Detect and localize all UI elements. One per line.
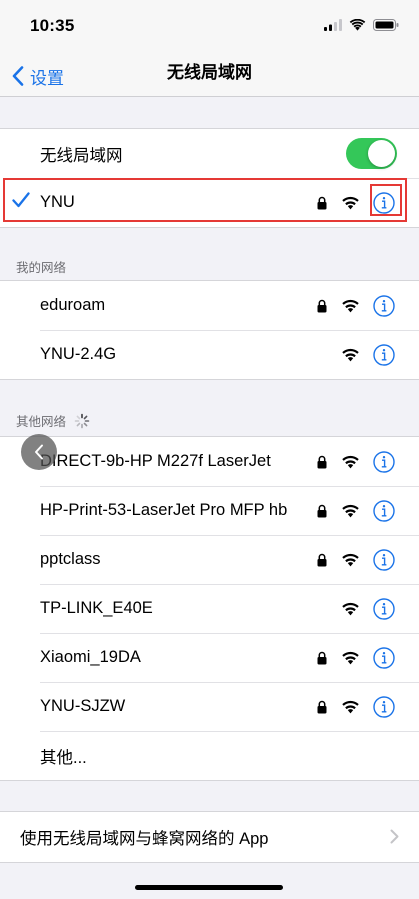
info-button[interactable]: [373, 343, 395, 366]
loading-spinner-icon: [74, 413, 90, 428]
info-button[interactable]: [373, 499, 395, 522]
info-icon: [373, 450, 395, 473]
navigation-bar: 设置 无线局域网: [0, 56, 419, 97]
section-header-label: 其他网络: [16, 415, 67, 429]
other-networks-group: DIRECT-9b-HP M227f LaserJet HP-Print-53-…: [0, 436, 419, 781]
network-row[interactable]: TP-LINK_E40E: [0, 584, 419, 633]
network-row[interactable]: Xiaomi_19DA: [0, 633, 419, 682]
home-indicator[interactable]: [135, 885, 283, 890]
status-time: 10:35: [30, 16, 75, 35]
lock-icon: [317, 553, 327, 566]
floating-back-button[interactable]: [21, 434, 57, 470]
network-name: YNU-2.4G: [40, 345, 117, 363]
lock-icon: [317, 299, 327, 312]
network-name: YNU: [40, 193, 75, 211]
info-button[interactable]: [373, 597, 395, 620]
info-button[interactable]: [373, 450, 395, 473]
status-icons: [324, 19, 399, 31]
cellular-signal-icon: [324, 19, 342, 31]
wifi-toggle-label: 无线局域网: [40, 146, 123, 165]
section-header-my-networks: 我的网络: [16, 261, 67, 275]
section-header-other-networks: 其他网络: [16, 411, 90, 430]
wifi-signal-icon: [342, 602, 359, 615]
battery-icon: [373, 19, 399, 31]
info-button[interactable]: [373, 294, 395, 317]
wifi-signal-icon: [342, 196, 359, 209]
lock-icon: [317, 651, 327, 664]
wifi-signal-icon: [342, 553, 359, 566]
status-bar: 10:35: [0, 0, 419, 56]
network-name: DIRECT-9b-HP M227f LaserJet: [40, 452, 271, 470]
network-row[interactable]: HP-Print-53-LaserJet Pro MFP hb: [0, 486, 419, 535]
wifi-group: 无线局域网 YNU: [0, 128, 419, 228]
info-button[interactable]: [373, 548, 395, 571]
network-row[interactable]: YNU-2.4G: [0, 330, 419, 379]
info-icon: [373, 499, 395, 522]
info-icon: [373, 191, 395, 214]
info-button[interactable]: [373, 695, 395, 718]
wifi-signal-icon: [342, 348, 359, 361]
network-row[interactable]: pptclass: [0, 535, 419, 584]
info-icon: [373, 646, 395, 669]
other-network-row[interactable]: 其他...: [0, 731, 419, 780]
connected-network-row[interactable]: YNU: [0, 178, 419, 227]
lock-icon: [317, 196, 327, 209]
chevron-right-icon: [390, 829, 399, 844]
wifi-signal-icon: [342, 299, 359, 312]
wifi-toggle-row: 无线局域网: [0, 129, 419, 178]
lock-icon: [317, 700, 327, 713]
info-icon: [373, 548, 395, 571]
apps-using-wlan-row[interactable]: 使用无线局域网与蜂窝网络的 App: [0, 811, 419, 863]
apps-using-wlan-label: 使用无线局域网与蜂窝网络的 App: [20, 830, 269, 848]
network-row[interactable]: YNU-SJZW: [0, 682, 419, 731]
other-network-label: 其他...: [40, 748, 87, 767]
wifi-signal-icon: [342, 504, 359, 517]
network-name: TP-LINK_E40E: [40, 599, 153, 617]
wifi-signal-icon: [342, 700, 359, 713]
network-name: YNU-SJZW: [40, 697, 126, 715]
page-title: 无线局域网: [167, 63, 252, 82]
wifi-toggle[interactable]: [346, 138, 397, 169]
info-icon: [373, 597, 395, 620]
checkmark-icon: [12, 192, 30, 208]
wifi-status-icon: [349, 19, 366, 31]
network-row[interactable]: DIRECT-9b-HP M227f LaserJet: [0, 437, 419, 486]
lock-icon: [317, 504, 327, 517]
chevron-left-icon: [35, 444, 43, 460]
network-name: Xiaomi_19DA: [40, 648, 141, 666]
info-icon: [373, 294, 395, 317]
toggle-knob: [368, 140, 395, 167]
info-icon: [373, 343, 395, 366]
network-name: pptclass: [40, 550, 101, 568]
wifi-signal-icon: [342, 455, 359, 468]
lock-icon: [317, 455, 327, 468]
network-name: HP-Print-53-LaserJet Pro MFP hb: [40, 501, 288, 519]
info-button[interactable]: [373, 191, 395, 214]
my-networks-group: eduroam YNU-2.4G: [0, 280, 419, 380]
network-row[interactable]: eduroam: [0, 281, 419, 330]
network-name: eduroam: [40, 296, 106, 314]
info-icon: [373, 695, 395, 718]
info-button[interactable]: [373, 646, 395, 669]
wifi-signal-icon: [342, 651, 359, 664]
